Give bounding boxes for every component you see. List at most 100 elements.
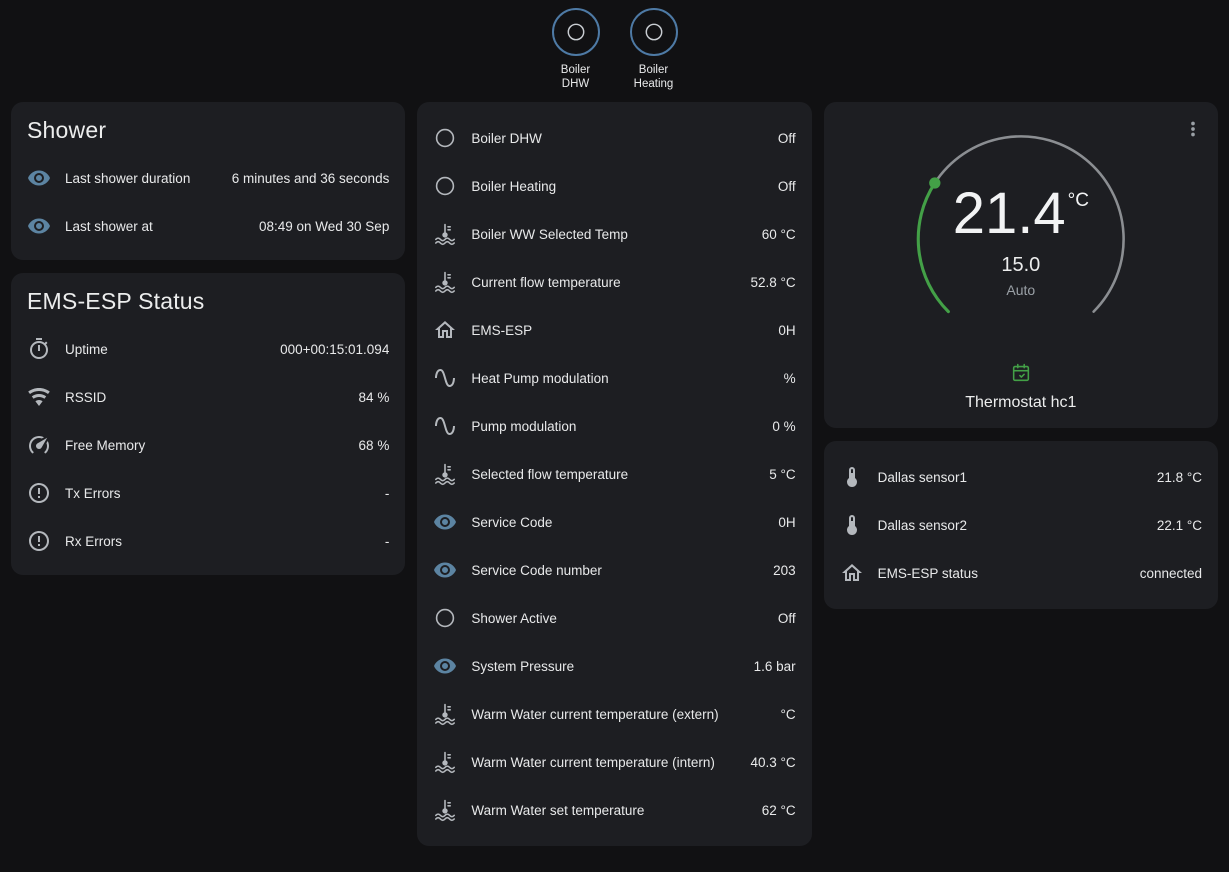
thermometer-water-icon	[433, 702, 457, 726]
entity-rows: Boiler DHWOffBoiler HeatingOffBoiler WW …	[417, 102, 811, 846]
entity-row[interactable]: Boiler HeatingOff	[417, 162, 811, 210]
entity-value: 0H	[778, 515, 795, 530]
entity-value: °C	[781, 707, 796, 722]
entity-label: Tx Errors	[65, 486, 371, 501]
badge-label: Boiler Heating	[634, 64, 674, 92]
card-title: EMS-ESP Status	[11, 273, 405, 319]
entity-value: %	[784, 371, 796, 386]
entity-row[interactable]: Tx Errors-	[11, 469, 405, 517]
sine-wave-icon	[433, 414, 457, 438]
entity-row[interactable]: System Pressure 1.6 bar	[417, 642, 811, 690]
column-right: 21.4°C 15.0 Auto Thermostat hc1 Dallas s…	[824, 102, 1218, 609]
entity-label: Boiler WW Selected Temp	[471, 227, 747, 242]
entity-row[interactable]: Heat Pump modulation%	[417, 354, 811, 402]
entity-row[interactable]: Last shower at08:49 on Wed 30 Sep	[11, 202, 405, 250]
thermometer-water-icon	[433, 270, 457, 294]
thermostat-card: 21.4°C 15.0 Auto Thermostat hc1	[824, 102, 1218, 428]
entity-label: Boiler DHW	[471, 131, 764, 146]
entity-value: 62 °C	[762, 803, 796, 818]
entity-row[interactable]: Service Code 0H	[417, 498, 811, 546]
entity-row[interactable]: Uptime000+00:15:01.094	[11, 325, 405, 373]
entity-label: Rx Errors	[65, 534, 371, 549]
thermometer-water-icon	[433, 462, 457, 486]
circle-icon	[433, 126, 457, 150]
entity-label: Uptime	[65, 342, 266, 357]
entity-label: Free Memory	[65, 438, 345, 453]
entity-value: 6 minutes and 36 seconds	[232, 171, 390, 186]
wifi-icon	[27, 385, 51, 409]
card-title: Shower	[11, 102, 405, 148]
entity-value: -	[385, 534, 390, 549]
badge-row: Boiler DHW Boiler Heating	[0, 0, 1229, 100]
entity-label: Warm Water current temperature (intern)	[471, 755, 736, 770]
badge-circle	[552, 8, 600, 56]
entity-row[interactable]: Shower Active Off	[417, 594, 811, 642]
entity-row[interactable]: EMS-ESP0H	[417, 306, 811, 354]
thermometer-icon	[840, 513, 864, 537]
entity-label: Boiler Heating	[471, 179, 764, 194]
home-assistant-dashboard: Boiler DHW Boiler Heating Shower Last sh…	[0, 0, 1229, 846]
entity-label: Warm Water set temperature	[471, 803, 747, 818]
entity-row[interactable]: Current flow temperature52.8 °C	[417, 258, 811, 306]
entity-row[interactable]: Boiler DHW Off	[417, 114, 811, 162]
thermostat-gauge	[908, 126, 1134, 352]
entity-row[interactable]: Boiler WW Selected Temp 60 °C	[417, 210, 811, 258]
badge-boiler-dhw[interactable]: Boiler DHW	[544, 8, 608, 92]
entity-row[interactable]: Selected flow temperature5 °C	[417, 450, 811, 498]
entity-value: 08:49 on Wed 30 Sep	[259, 219, 389, 234]
badge-label: Boiler DHW	[561, 64, 590, 92]
entity-value: 1.6 bar	[754, 659, 796, 674]
circle-icon	[433, 174, 457, 198]
entity-row[interactable]: Warm Water current temperature (extern) °…	[417, 690, 811, 738]
entity-row[interactable]: EMS-ESP statusconnected	[824, 549, 1218, 597]
entity-row[interactable]: Service Code number203	[417, 546, 811, 594]
entity-row[interactable]: RSSID84 %	[11, 373, 405, 421]
thermostat-dial[interactable]: 21.4°C 15.0 Auto	[908, 126, 1134, 352]
entity-row[interactable]: Dallas sensor222.1 °C	[824, 501, 1218, 549]
entity-label: EMS-ESP status	[878, 566, 1126, 581]
entity-value: Off	[778, 611, 796, 626]
entity-row[interactable]: Last shower duration 6 minutes and 36 sec…	[11, 154, 405, 202]
entity-label: Pump modulation	[471, 419, 758, 434]
ems-esp-status-card: EMS-ESP Status Uptime000+00:15:01.094RSS…	[11, 273, 405, 575]
badge-circle	[630, 8, 678, 56]
badge-boiler-heating[interactable]: Boiler Heating	[622, 8, 686, 92]
entity-value: Off	[778, 131, 796, 146]
shower-card: Shower Last shower duration 6 minutes and…	[11, 102, 405, 260]
gauge-icon	[27, 433, 51, 457]
entity-row[interactable]: Dallas sensor121.8 °C	[824, 453, 1218, 501]
entity-value: 52.8 °C	[750, 275, 795, 290]
column-left: Shower Last shower duration 6 minutes and…	[11, 102, 405, 575]
thermometer-water-icon	[433, 750, 457, 774]
entity-row[interactable]: Pump modulation 0 %	[417, 402, 811, 450]
entity-label: System Pressure	[471, 659, 739, 674]
entity-label: Service Code	[471, 515, 764, 530]
entity-label: EMS-ESP	[471, 323, 764, 338]
sensors-card: Dallas sensor121.8 °CDallas sensor222.1 …	[824, 441, 1218, 609]
entity-value: 0 %	[772, 419, 795, 434]
entity-label: Shower Active	[471, 611, 764, 626]
sine-wave-icon	[433, 366, 457, 390]
thermometer-water-icon	[433, 222, 457, 246]
eye-icon	[27, 214, 51, 238]
entity-row[interactable]: Warm Water current temperature (intern)4…	[417, 738, 811, 786]
entity-value: 60 °C	[762, 227, 796, 242]
thermometer-icon	[840, 465, 864, 489]
dots-vertical-icon	[1182, 118, 1204, 140]
home-icon	[433, 318, 457, 342]
entity-label: Dallas sensor1	[878, 470, 1143, 485]
entity-label: Last shower duration	[65, 171, 218, 186]
entity-row[interactable]: Rx Errors-	[11, 517, 405, 565]
entity-row[interactable]: Free Memory68 %	[11, 421, 405, 469]
eye-icon	[433, 510, 457, 534]
timer-icon	[27, 337, 51, 361]
entity-label: Dallas sensor2	[878, 518, 1143, 533]
alert-circle-icon	[27, 481, 51, 505]
entity-label: Warm Water current temperature (extern)	[471, 707, 766, 722]
alert-circle-icon	[27, 529, 51, 553]
more-options-button[interactable]	[1174, 110, 1212, 148]
entity-label: Service Code number	[471, 563, 759, 578]
entity-row[interactable]: Warm Water set temperature 62 °C	[417, 786, 811, 834]
calendar-check-icon[interactable]	[1010, 362, 1032, 384]
thermometer-water-icon	[433, 798, 457, 822]
